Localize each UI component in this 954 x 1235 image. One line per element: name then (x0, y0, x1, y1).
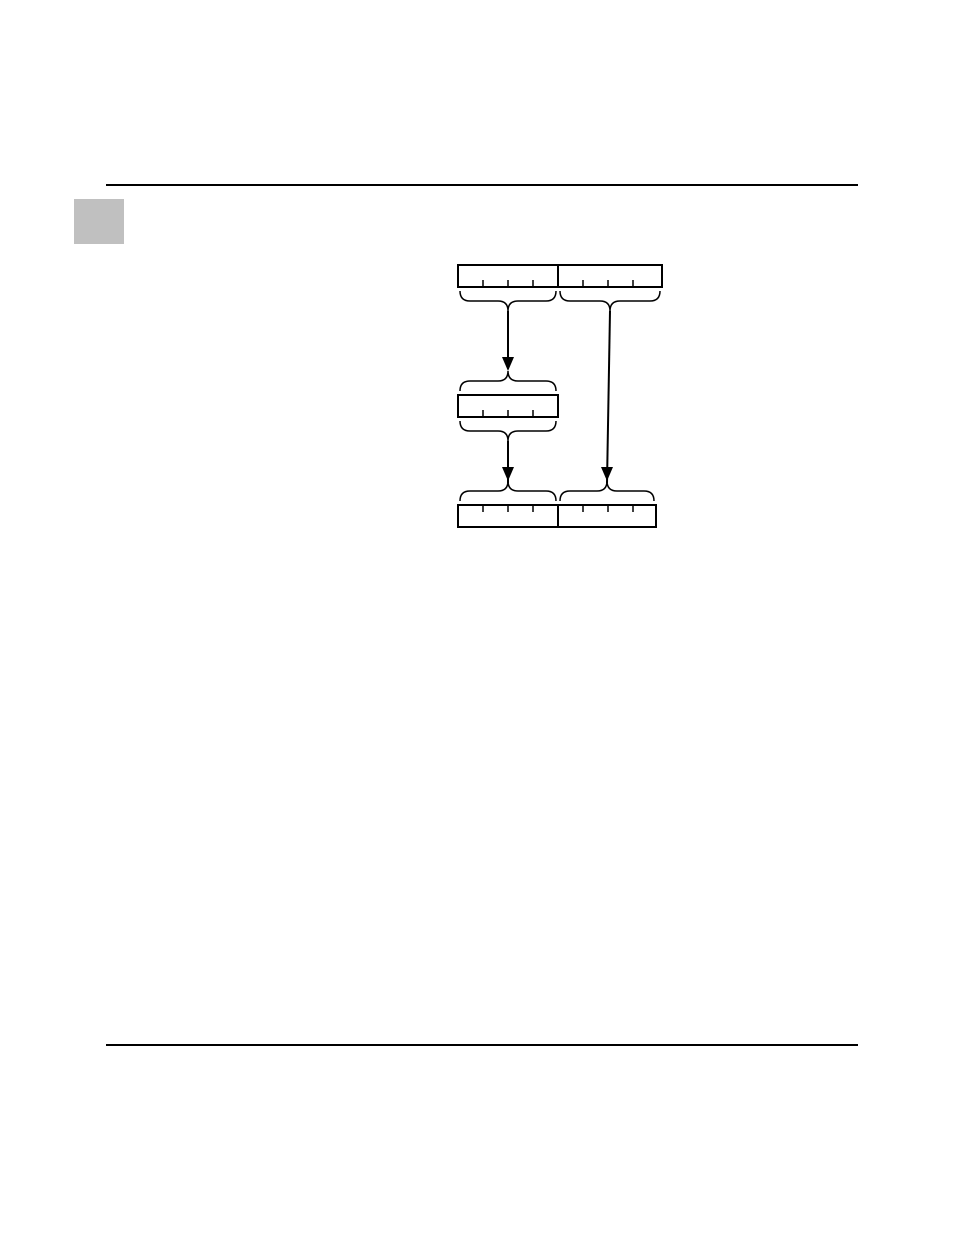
arrow-shaft (607, 311, 610, 483)
curly-brace (560, 481, 654, 501)
curly-brace (560, 291, 660, 311)
curly-brace (460, 481, 556, 501)
data-box (458, 265, 662, 287)
page (0, 0, 954, 1235)
arrow-head-icon (502, 467, 514, 481)
curly-brace (460, 421, 556, 441)
arrow-head-icon (601, 467, 613, 481)
curly-brace (460, 291, 556, 311)
flow-diagram (0, 0, 954, 1235)
arrow-head-icon (502, 357, 514, 371)
curly-brace (460, 371, 556, 391)
